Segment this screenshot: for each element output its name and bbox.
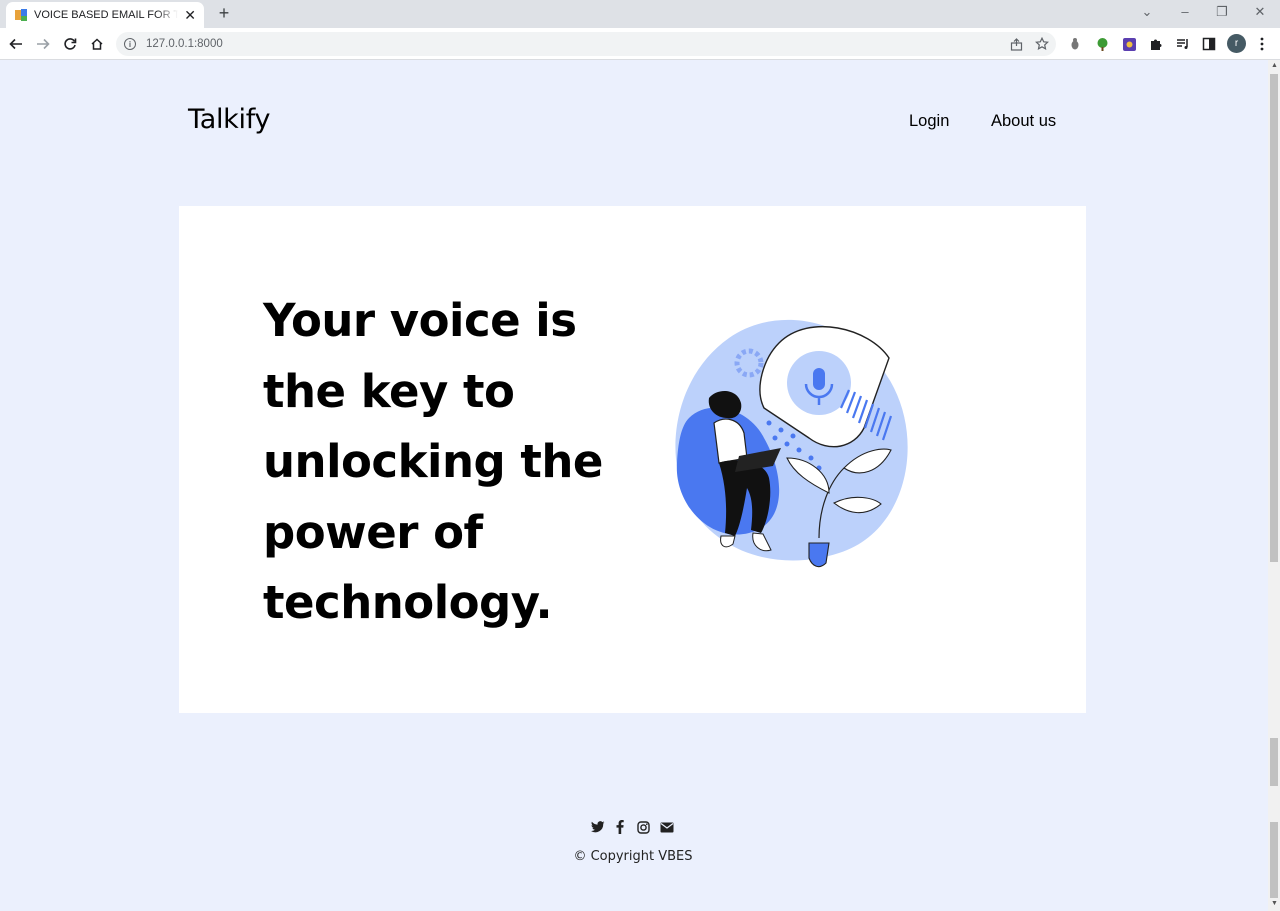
address-bar[interactable]: i 127.0.0.1:8000 [116, 32, 1056, 56]
site-favicon-icon [15, 9, 27, 21]
side-panel-icon[interactable] [1201, 36, 1217, 52]
bookmark-star-icon[interactable] [1034, 36, 1050, 52]
restore-icon[interactable]: ❐ [1212, 4, 1232, 20]
twitter-icon[interactable] [590, 819, 606, 835]
share-icon[interactable] [1008, 36, 1024, 52]
copyright-text: © Copyright VBES [573, 849, 693, 864]
tab-strip: VOICE BASED EMAIL FOR THE BLIND ✕ + ⌄ – … [0, 0, 1280, 28]
minimize-icon[interactable]: – [1175, 4, 1195, 19]
tree-extension-icon[interactable] [1094, 36, 1110, 52]
page-scrollbar[interactable]: ▲ ▼ [1268, 60, 1280, 911]
scroll-up-icon[interactable]: ▲ [1271, 62, 1278, 69]
nav-login-link[interactable]: Login [909, 112, 949, 131]
hero-heading: Your voice is the key to unlocking the p… [263, 286, 623, 639]
scroll-thumb-segment [1270, 738, 1278, 786]
scroll-down-icon[interactable]: ▼ [1271, 900, 1278, 907]
browser-tab[interactable]: VOICE BASED EMAIL FOR THE BLIND ✕ [6, 2, 204, 28]
instagram-icon[interactable] [635, 819, 651, 835]
purple-extension-icon[interactable] [1121, 36, 1137, 52]
scroll-thumb[interactable] [1270, 74, 1278, 562]
scroll-thumb-segment [1270, 822, 1278, 898]
bug-extension-icon[interactable] [1067, 36, 1083, 52]
home-icon[interactable] [87, 34, 107, 54]
extensions-puzzle-icon[interactable] [1148, 36, 1164, 52]
nav-about-link[interactable]: About us [991, 112, 1056, 131]
hero-heading-line: technology. [263, 576, 553, 629]
brand-logo[interactable]: Talkify [188, 104, 270, 135]
tab-title: VOICE BASED EMAIL FOR THE BLIND [34, 9, 178, 21]
hero-heading-line: unlocking the [263, 435, 603, 488]
voice-illustration [675, 319, 908, 568]
browser-menu-icon[interactable] [1254, 36, 1270, 52]
tab-close-icon[interactable]: ✕ [184, 8, 196, 22]
url-text: 127.0.0.1:8000 [146, 38, 223, 50]
profile-avatar[interactable]: r [1227, 34, 1246, 53]
hero-heading-line: the key to [263, 364, 515, 418]
hero-card: Your voice is the key to unlocking the p… [179, 206, 1086, 713]
site-info-icon[interactable]: i [124, 38, 136, 50]
reading-list-icon[interactable] [1175, 36, 1191, 52]
reload-icon[interactable] [60, 34, 80, 54]
back-icon[interactable] [6, 34, 26, 54]
facebook-icon[interactable] [612, 819, 628, 835]
email-icon[interactable] [659, 819, 675, 835]
hero-heading-line: power of [263, 505, 483, 559]
hero-heading-line: Your voice is [263, 294, 577, 347]
close-window-icon[interactable]: ✕ [1250, 4, 1270, 20]
browser-toolbar: i 127.0.0.1:8000 r [0, 28, 1280, 60]
forward-icon[interactable] [33, 34, 53, 54]
tab-search-icon[interactable]: ⌄ [1137, 4, 1157, 20]
new-tab-icon[interactable]: + [215, 4, 233, 22]
